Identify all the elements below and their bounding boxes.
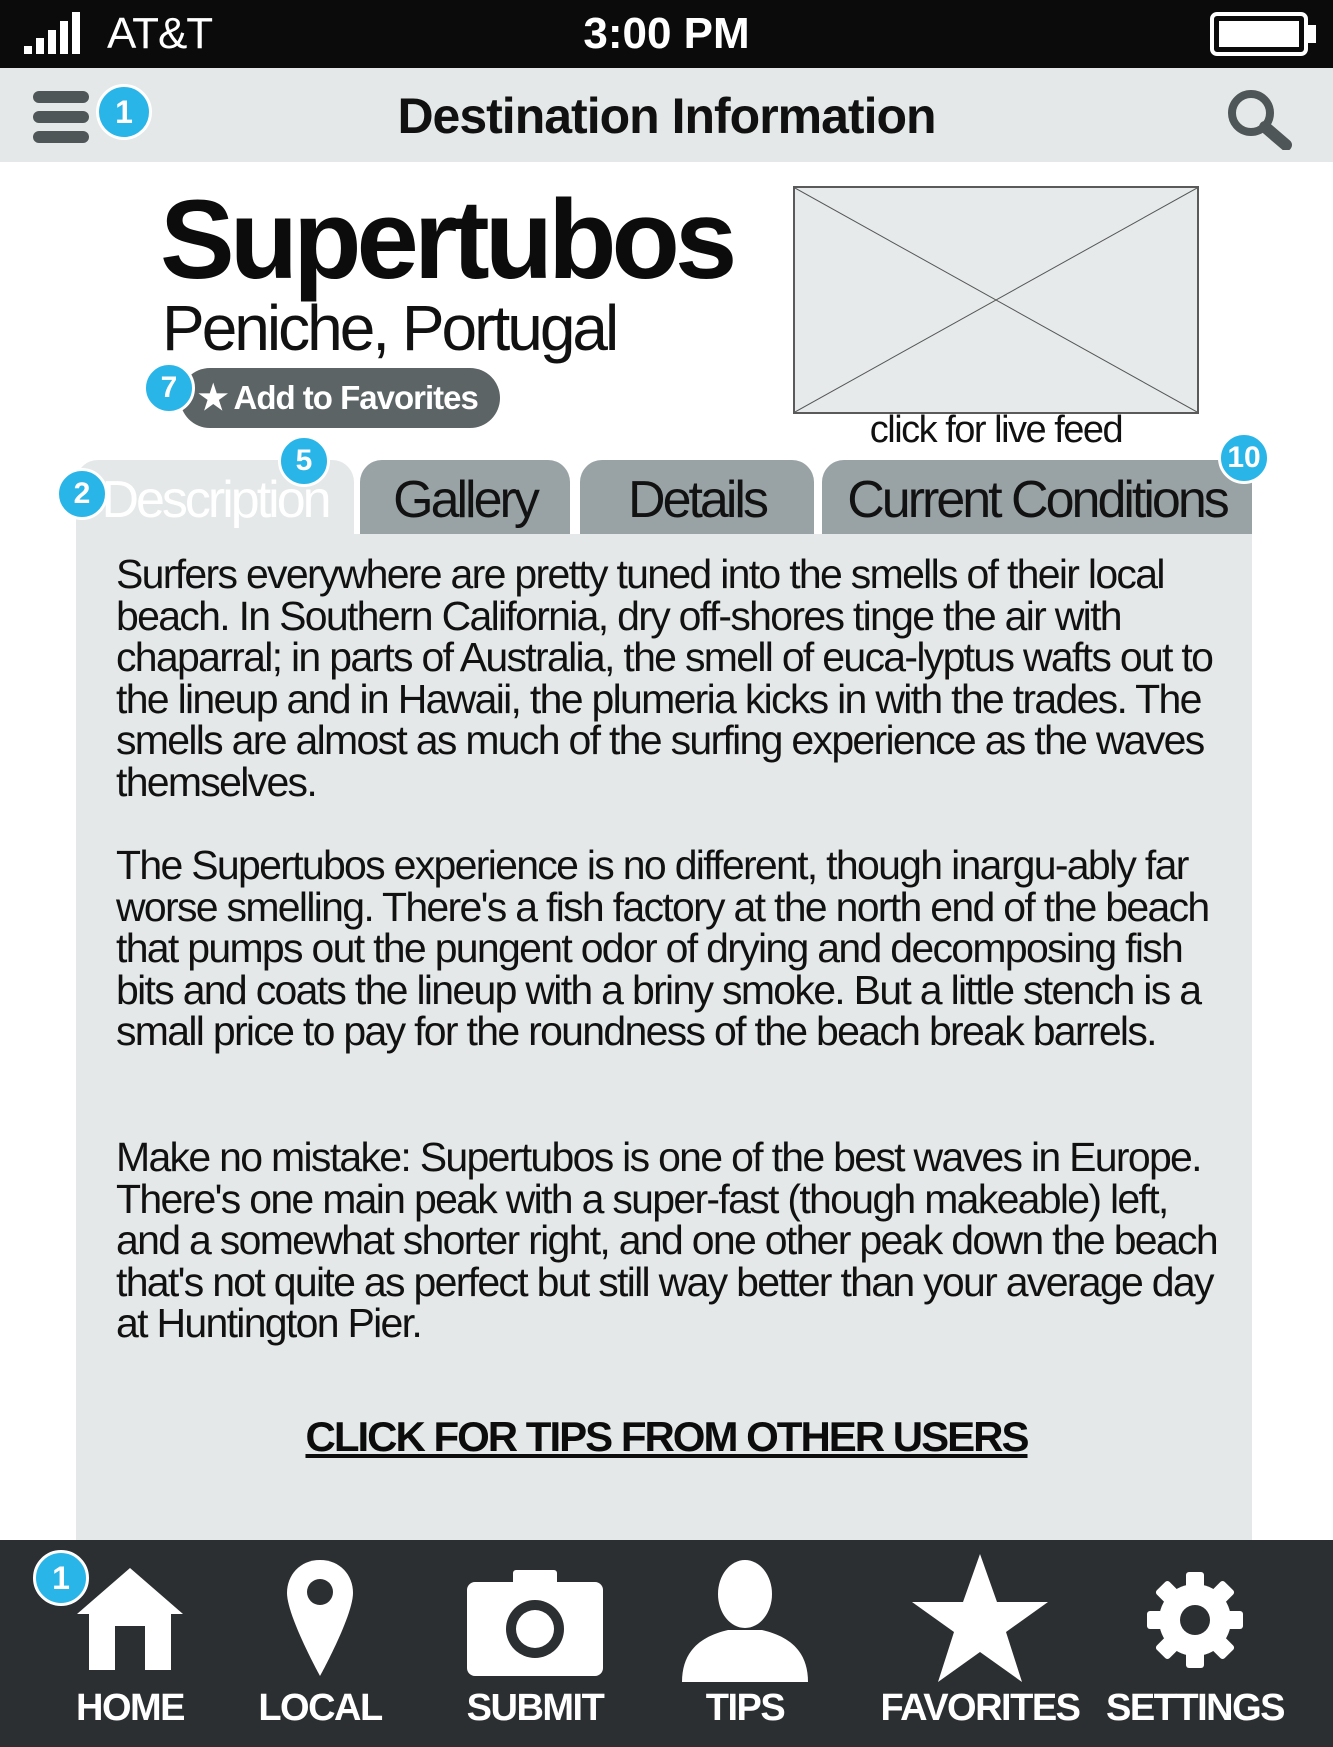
description-paragraph: Make no mistake: Supertubos is one of th…: [116, 1134, 1219, 1346]
nav-item-submit[interactable]: SUBMIT: [450, 1540, 620, 1747]
search-icon[interactable]: [1226, 88, 1292, 150]
description-paragraph: The Supertubos experience is no differen…: [116, 842, 1210, 1054]
page-title: Destination Information: [397, 88, 936, 144]
nav-label-submit: SUBMIT: [466, 1687, 605, 1729]
nav-item-settings[interactable]: SETTINGS: [1100, 1540, 1290, 1747]
nav-item-local[interactable]: LOCAL: [240, 1540, 400, 1747]
tab-current-conditions[interactable]: Current Conditions: [822, 460, 1252, 534]
home-icon: [77, 1568, 183, 1670]
location-pin-icon: [287, 1560, 353, 1676]
battery-icon: [1210, 12, 1316, 56]
description-paragraph: Surfers everywhere are pretty tuned into…: [116, 551, 1214, 805]
destination-location: Peniche, Portugal: [162, 292, 619, 364]
tab-gallery[interactable]: Gallery: [360, 460, 570, 534]
description-tab-annotation-badge: 2: [56, 468, 108, 520]
gallery-tab-annotation-badge: 5: [278, 435, 330, 487]
star-icon: ★: [198, 379, 229, 417]
nav-label-tips: TIPS: [705, 1687, 786, 1729]
nav-label-settings: SETTINGS: [1105, 1687, 1286, 1729]
nav-label-favorites: FAVORITES: [880, 1687, 1081, 1729]
favorites-annotation-badge: 7: [143, 362, 195, 414]
nav-annotation-badge: 1: [33, 1550, 89, 1606]
camera-icon: [467, 1570, 603, 1676]
tab-details[interactable]: Details: [580, 460, 814, 534]
nav-label-home: HOME: [76, 1687, 186, 1729]
destination-name: Supertubos: [160, 177, 737, 302]
star-icon: [912, 1554, 1048, 1682]
nav-item-favorites[interactable]: FAVORITES: [870, 1540, 1090, 1747]
tips-from-users-link[interactable]: CLICK FOR TIPS FROM OTHER USERS: [0, 1412, 1333, 1462]
status-clock: 3:00 PM: [583, 9, 750, 58]
live-feed-image-placeholder[interactable]: [793, 186, 1199, 414]
add-to-favorites-button[interactable]: ★ Add to Favorites: [180, 368, 500, 428]
nav-label-local: LOCAL: [258, 1687, 383, 1729]
add-to-favorites-label: Add to Favorites: [233, 379, 478, 416]
user-icon: [682, 1560, 808, 1682]
nav-item-tips[interactable]: TIPS: [670, 1540, 820, 1747]
conditions-tab-annotation-badge: 10: [1218, 432, 1270, 484]
live-feed-caption[interactable]: click for live feed: [793, 404, 1199, 456]
gear-icon: [1147, 1572, 1243, 1668]
